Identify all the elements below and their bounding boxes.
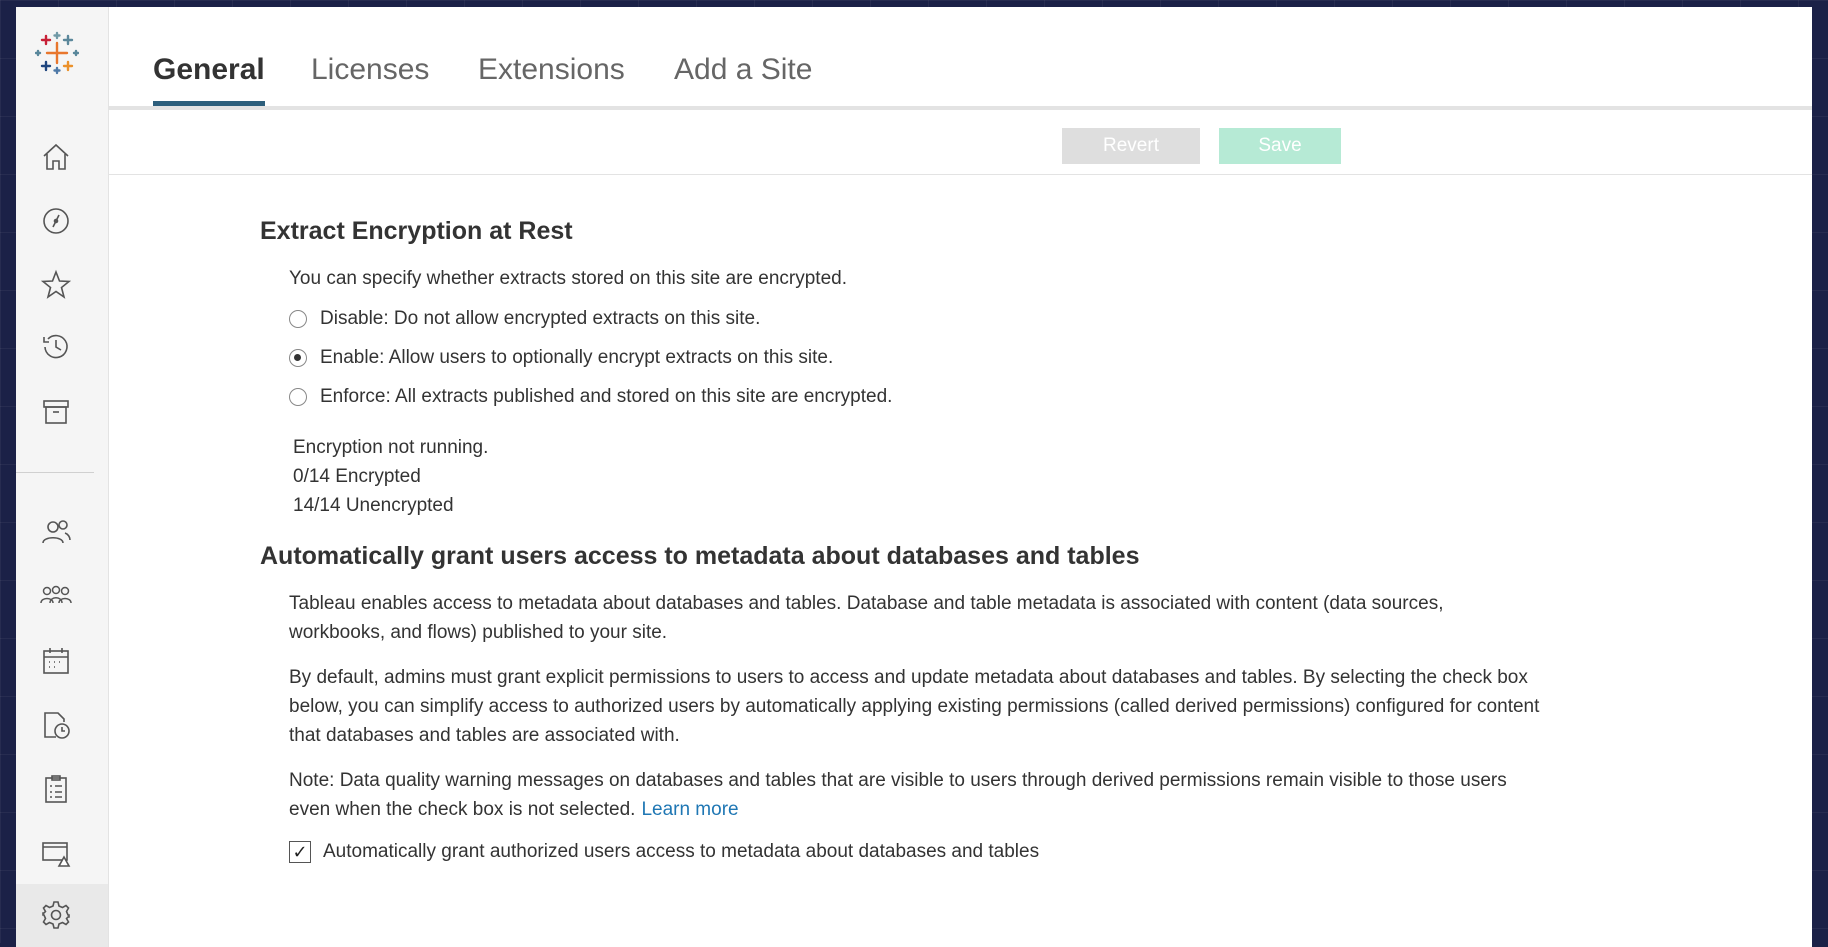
learn-more-link[interactable]: Learn more [641,799,738,820]
sidebar-divider [16,472,94,473]
encrypted-count: 0/14 Encrypted [293,466,421,487]
tab-extensions[interactable]: Extensions [478,53,625,101]
encryption-description: You can specify whether extracts stored … [289,268,847,289]
tab-general[interactable]: General [153,53,265,106]
radio-option-enable[interactable]: Enable: Allow users to optionally encryp… [289,347,1540,369]
history-icon[interactable] [36,327,76,367]
tasks-icon[interactable] [36,769,76,809]
star-icon[interactable] [36,265,76,305]
encryption-heading: Extract Encryption at Rest [260,217,573,245]
metadata-note: Note: Data quality warning messages on d… [289,770,1507,820]
main-panel: General Licenses Extensions Add a Site R… [109,7,1812,947]
app-window: General Licenses Extensions Add a Site R… [16,7,1812,947]
toolbar: Revert Save [109,110,1812,175]
save-button[interactable]: Save [1219,128,1341,164]
tableau-logo-icon[interactable] [34,31,80,75]
tab-licenses[interactable]: Licenses [311,53,429,101]
radio-button[interactable] [289,310,307,328]
metadata-paragraph-2: By default, admins must grant explicit p… [289,667,1540,746]
tab-add-a-site[interactable]: Add a Site [674,53,812,101]
radio-button[interactable] [289,388,307,406]
auto-grant-checkbox[interactable]: ✓ [289,841,311,863]
metadata-paragraph-3: Note: Data quality warning messages on d… [289,766,1540,824]
tab-bar: General Licenses Extensions Add a Site [109,7,1812,110]
status-icon[interactable] [36,833,76,873]
radio-option-enforce[interactable]: Enforce: All extracts published and stor… [289,386,1540,408]
groups-icon[interactable] [36,577,76,617]
radio-label: Enforce: All extracts published and stor… [320,386,893,407]
encryption-status-text: Encryption not running. [293,437,489,458]
calendar-icon[interactable] [36,641,76,681]
metadata-heading: Automatically grant users access to meta… [260,542,1140,570]
archive-icon[interactable] [36,392,76,432]
jobs-icon[interactable] [36,705,76,745]
revert-button[interactable]: Revert [1062,128,1200,164]
unencrypted-count: 14/14 Unencrypted [293,495,454,516]
radio-label: Disable: Do not allow encrypted extracts… [320,308,761,329]
radio-button[interactable] [289,349,307,367]
settings-content: Extract Encryption at Rest You can speci… [260,217,1540,863]
radio-label: Enable: Allow users to optionally encryp… [320,347,834,368]
sidebar [16,7,109,947]
radio-option-disable[interactable]: Disable: Do not allow encrypted extracts… [289,308,1540,330]
metadata-paragraph-1: Tableau enables access to metadata about… [289,593,1444,643]
auto-grant-checkbox-row[interactable]: ✓ Automatically grant authorized users a… [289,841,1540,863]
home-icon[interactable] [36,137,76,177]
compass-icon[interactable] [36,201,76,241]
gear-icon[interactable] [36,895,76,935]
encryption-status: Encryption not running. 0/14 Encrypted 1… [293,433,1540,520]
auto-grant-checkbox-label: Automatically grant authorized users acc… [323,841,1040,862]
users-icon[interactable] [36,512,76,552]
